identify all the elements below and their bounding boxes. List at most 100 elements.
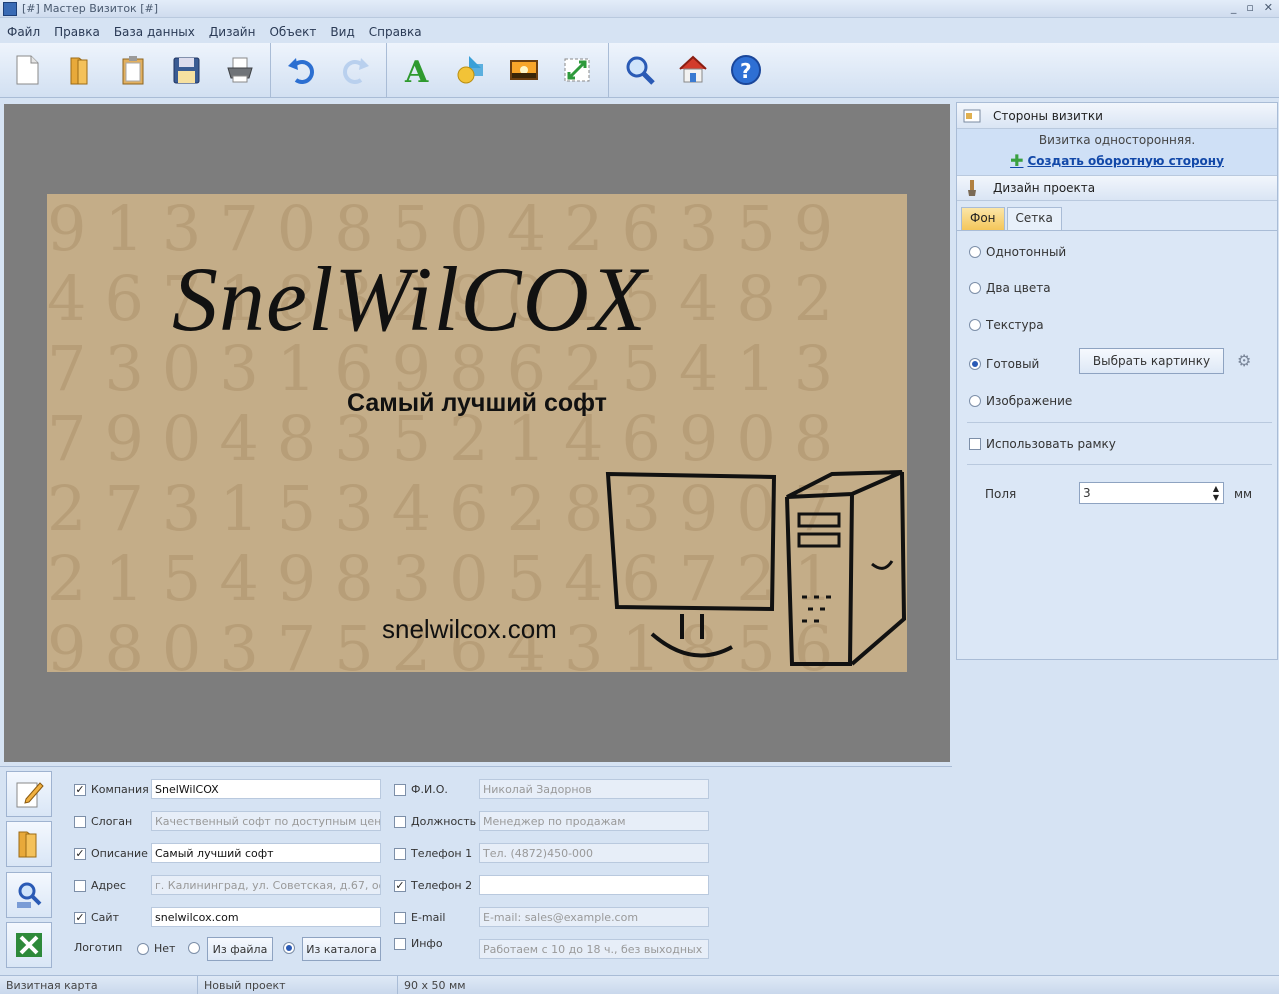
sides-info: Визитка односторонняя. ✚ Создать оборотн… bbox=[957, 129, 1277, 175]
email-checkbox[interactable] bbox=[394, 911, 406, 924]
home-icon[interactable] bbox=[674, 51, 712, 89]
choose-picture-button[interactable]: Выбрать картинку bbox=[1079, 348, 1224, 374]
redo-icon[interactable] bbox=[336, 51, 374, 89]
phone2-checkbox[interactable]: ✓ bbox=[394, 879, 406, 892]
from-file-button[interactable]: Из файла bbox=[207, 937, 273, 961]
company-row[interactable]: ✓ Компания bbox=[74, 783, 149, 796]
tab-background[interactable]: Фон bbox=[961, 207, 1005, 230]
create-back-side-link[interactable]: ✚ Создать оборотную сторону bbox=[1010, 151, 1224, 170]
undo-icon[interactable] bbox=[283, 51, 321, 89]
edit-icon[interactable] bbox=[6, 771, 52, 817]
restore-button[interactable]: ▫ bbox=[1246, 1, 1253, 14]
menu-help[interactable]: Справка bbox=[362, 25, 429, 39]
toolbar: A ? bbox=[0, 43, 1279, 98]
close-button[interactable]: ✕ bbox=[1264, 1, 1273, 14]
spin-arrows-icon[interactable]: ▲ ▼ bbox=[1209, 484, 1223, 502]
card-company-logo-text[interactable]: SnelWilCOX bbox=[172, 246, 647, 352]
print-icon[interactable] bbox=[220, 51, 258, 89]
address-checkbox[interactable] bbox=[74, 879, 86, 892]
name-field[interactable]: Николай Задорнов bbox=[479, 779, 709, 799]
address-field[interactable]: г. Калининград, ул. Советская, д.67, оф.… bbox=[151, 875, 381, 895]
save-icon[interactable] bbox=[167, 51, 205, 89]
site-row[interactable]: ✓ Сайт bbox=[74, 911, 119, 924]
description-label: Описание bbox=[91, 847, 148, 860]
phone2-field[interactable] bbox=[479, 875, 709, 895]
option-two-colors[interactable]: Два цвета bbox=[969, 281, 1051, 295]
option-ready[interactable]: Готовый bbox=[969, 357, 1039, 371]
use-frame-checkbox[interactable] bbox=[969, 438, 981, 450]
option-solid[interactable]: Однотонный bbox=[969, 245, 1066, 259]
shapes-icon[interactable] bbox=[452, 51, 490, 89]
image-icon[interactable] bbox=[505, 51, 543, 89]
radio-image[interactable] bbox=[969, 395, 981, 407]
menu-object[interactable]: Объект bbox=[262, 25, 323, 39]
position-checkbox[interactable] bbox=[394, 815, 406, 828]
info-field[interactable]: Работаем с 10 до 18 ч., без выходных bbox=[479, 939, 709, 959]
name-checkbox[interactable] bbox=[394, 783, 406, 796]
company-field[interactable]: SnelWilCOX bbox=[151, 779, 381, 799]
search-contacts-icon[interactable] bbox=[6, 872, 52, 918]
description-field[interactable]: Самый лучший софт bbox=[151, 843, 381, 863]
menu-design[interactable]: Дизайн bbox=[202, 25, 263, 39]
open-folder-icon[interactable] bbox=[61, 51, 99, 89]
menu-edit[interactable]: Правка bbox=[47, 25, 107, 39]
logo-from-catalog-radio[interactable] bbox=[283, 942, 295, 954]
radio-texture[interactable] bbox=[969, 319, 981, 331]
logo-from-file-option[interactable] bbox=[188, 942, 205, 954]
address-row[interactable]: Адрес bbox=[74, 879, 126, 892]
description-checkbox[interactable]: ✓ bbox=[74, 847, 86, 860]
card-site[interactable]: snelwilcox.com bbox=[382, 614, 557, 645]
info-row[interactable]: Инфо bbox=[394, 937, 443, 950]
fit-icon[interactable] bbox=[558, 51, 596, 89]
business-card[interactable]: 9137085042635946718329015482730316986254… bbox=[47, 194, 907, 672]
menu-database[interactable]: База данных bbox=[107, 25, 202, 39]
help-icon[interactable]: ? bbox=[727, 51, 765, 89]
new-file-icon[interactable] bbox=[8, 51, 46, 89]
description-row[interactable]: ✓ Описание bbox=[74, 847, 148, 860]
phone1-field[interactable]: Тел. (4872)450-000 bbox=[479, 843, 709, 863]
card-slogan[interactable]: Самый лучший софт bbox=[47, 389, 907, 418]
logo-from-catalog-option[interactable] bbox=[283, 942, 300, 954]
position-row[interactable]: Должность bbox=[394, 815, 476, 828]
phone1-checkbox[interactable] bbox=[394, 847, 406, 860]
slogan-checkbox[interactable] bbox=[74, 815, 86, 828]
paste-icon[interactable] bbox=[114, 51, 152, 89]
excel-icon[interactable] bbox=[6, 922, 52, 968]
canvas-area[interactable]: 9137085042635946718329015482730316986254… bbox=[4, 104, 950, 762]
use-frame-option[interactable]: Использовать рамку bbox=[969, 437, 1116, 451]
radio-two-colors[interactable] bbox=[969, 282, 981, 294]
brushes-icon bbox=[963, 179, 981, 197]
tab-grid[interactable]: Сетка bbox=[1006, 207, 1062, 230]
radio-ready[interactable] bbox=[969, 358, 981, 370]
menu-view[interactable]: Вид bbox=[323, 25, 361, 39]
info-checkbox[interactable] bbox=[394, 937, 406, 950]
option-texture[interactable]: Текстура bbox=[969, 318, 1044, 332]
computer-clipart[interactable] bbox=[602, 469, 907, 669]
option-ready-label: Готовый bbox=[986, 357, 1040, 371]
position-field[interactable]: Менеджер по продажам bbox=[479, 811, 709, 831]
option-image[interactable]: Изображение bbox=[969, 394, 1072, 408]
logo-from-file-radio[interactable] bbox=[188, 942, 200, 954]
email-row[interactable]: E-mail bbox=[394, 911, 446, 924]
email-field[interactable]: E-mail: sales@example.com bbox=[479, 907, 709, 927]
text-icon[interactable]: A bbox=[399, 51, 437, 89]
phone1-row[interactable]: Телефон 1 bbox=[394, 847, 472, 860]
gear-icon[interactable]: ⚙ bbox=[1237, 351, 1251, 370]
database-folder-icon[interactable] bbox=[6, 821, 52, 867]
site-field[interactable]: snelwilcox.com bbox=[151, 907, 381, 927]
logo-none-option[interactable]: Нет bbox=[137, 942, 175, 955]
name-row[interactable]: Ф.И.О. bbox=[394, 783, 448, 796]
margins-value[interactable]: 3 bbox=[1080, 486, 1209, 500]
minimize-button[interactable]: _ bbox=[1231, 1, 1237, 14]
logo-none-radio[interactable] bbox=[137, 942, 149, 955]
menu-file[interactable]: Файл bbox=[0, 25, 47, 39]
slogan-field[interactable]: Качественный софт по доступным ценам bbox=[151, 811, 381, 831]
margins-stepper[interactable]: 3 ▲ ▼ bbox=[1079, 482, 1224, 504]
site-checkbox[interactable]: ✓ bbox=[74, 911, 86, 924]
company-checkbox[interactable]: ✓ bbox=[74, 783, 86, 796]
radio-solid[interactable] bbox=[969, 246, 981, 258]
phone2-row[interactable]: ✓ Телефон 2 bbox=[394, 879, 472, 892]
from-catalog-button[interactable]: Из каталога bbox=[302, 937, 381, 961]
zoom-icon[interactable] bbox=[621, 51, 659, 89]
slogan-row[interactable]: Слоган bbox=[74, 815, 132, 828]
